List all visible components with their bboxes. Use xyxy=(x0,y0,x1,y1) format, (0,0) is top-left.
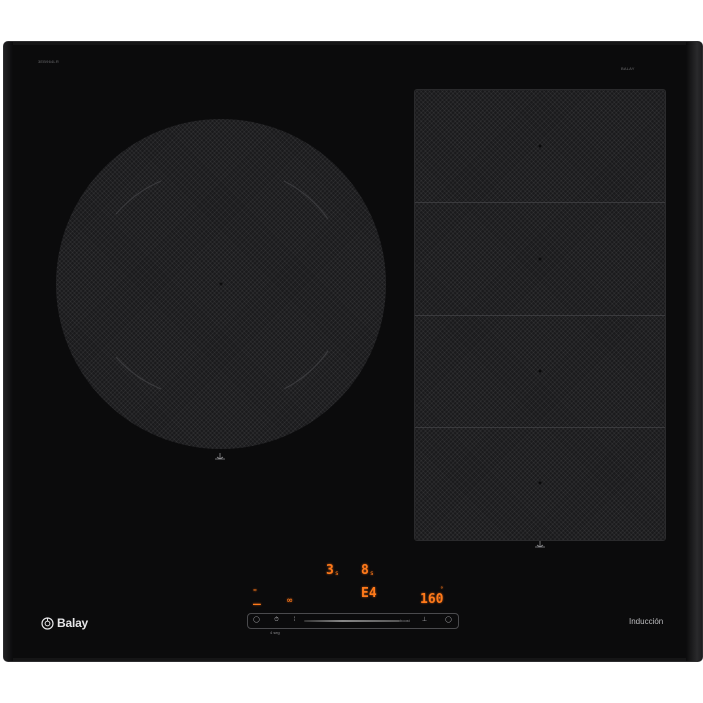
flex-zone-center-mark xyxy=(538,257,542,261)
zone-power-icon[interactable]: ◯ xyxy=(444,616,453,625)
left-timer-display: 3 xyxy=(326,563,334,578)
flex-zone-center-mark xyxy=(538,144,542,148)
induction-hob: 3EB964LR BALAY 3 s 8 s E4 160 ° ≈ _ ∞ ◯ xyxy=(3,41,703,662)
flex-zone-selector-icon[interactable]: ⊥ xyxy=(420,616,429,625)
hob-left-edge xyxy=(4,42,13,661)
left-level-display: _ xyxy=(253,591,261,606)
balay-logo-icon xyxy=(41,616,54,630)
pause-icon[interactable]: ⁞ xyxy=(290,616,299,625)
flex-cooking-zone[interactable] xyxy=(414,89,666,541)
child-lock-hint: 4 seg xyxy=(270,630,280,635)
flex-zone-center-mark xyxy=(538,481,542,485)
error-code-display: E4 xyxy=(361,586,377,601)
power-level-slider[interactable] xyxy=(304,620,400,622)
timer-icon[interactable]: ⏱ xyxy=(272,616,281,625)
round-zone-center-mark xyxy=(219,282,223,286)
cooking-sensor-icon: ∞ xyxy=(287,596,293,606)
flex-zone-divider xyxy=(415,202,665,203)
boost-label: boost xyxy=(400,618,410,623)
left-timer-unit: s xyxy=(335,570,339,577)
right-timer-display: 8 xyxy=(361,563,369,578)
hob-right-edge xyxy=(686,42,702,661)
model-code-label: 3EB964LR xyxy=(38,59,59,64)
flex-zone-center-mark xyxy=(538,369,542,373)
brand-name: Balay xyxy=(57,616,89,630)
right-timer-unit: s xyxy=(370,570,374,577)
serial-tag-label: BALAY xyxy=(621,66,635,71)
round-zone-indicator-icon xyxy=(215,453,225,460)
degree-indicator-icon: ° xyxy=(440,586,444,593)
temperature-display: 160 xyxy=(420,592,444,607)
induction-type-label: Inducción xyxy=(629,617,664,626)
round-cooking-zone[interactable] xyxy=(56,119,386,449)
flex-zone-divider xyxy=(415,427,665,428)
brand-logo: Balay xyxy=(41,615,88,631)
flex-zone-indicator-icon xyxy=(535,541,545,548)
power-icon[interactable]: ◯ xyxy=(252,616,261,625)
flex-zone-divider xyxy=(415,315,665,316)
touch-control-strip: ◯ ⏱ ⁞ boost ⊥ ◯ xyxy=(247,613,459,629)
